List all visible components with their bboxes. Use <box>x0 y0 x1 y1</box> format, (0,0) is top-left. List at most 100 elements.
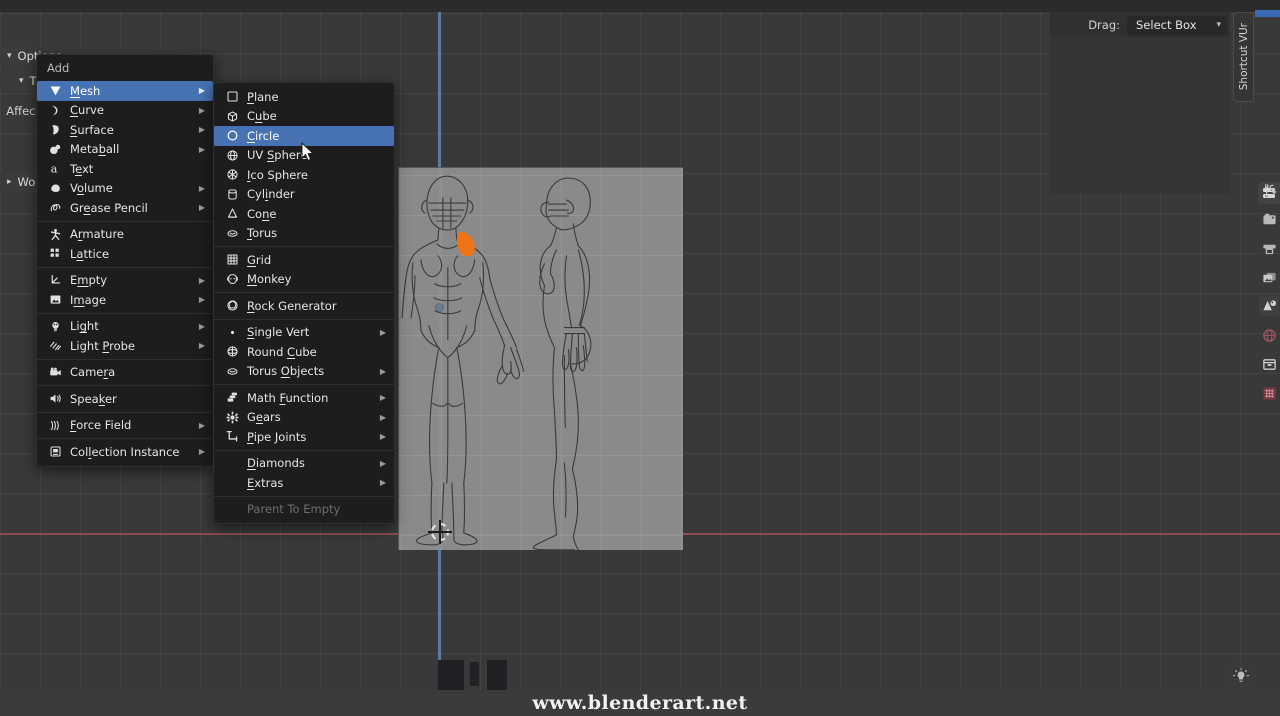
menu-separator <box>37 385 213 386</box>
anatomy-reference-drawing <box>401 175 592 550</box>
render-tab[interactable] <box>1259 209 1279 229</box>
menu-item-label: Volume <box>70 181 113 196</box>
menu-item-diamonds[interactable]: Diamonds ▶ <box>214 454 394 474</box>
world-tab[interactable] <box>1259 325 1279 345</box>
math-function-icon <box>223 390 241 405</box>
menu-item-label: Text <box>70 161 94 176</box>
menu-item-torus[interactable]: Torus <box>214 224 394 244</box>
menu-item-ico-sphere[interactable]: Ico Sphere <box>214 165 394 185</box>
chevron-right-icon: ▶ <box>379 478 386 488</box>
metaball-icon <box>46 142 64 157</box>
wrench-screwdriver-icon <box>1264 183 1276 197</box>
menu-item-label: UV Sphere <box>247 148 308 163</box>
menu-item-label: Plane <box>247 89 279 104</box>
rock-generator-icon <box>223 298 241 313</box>
menu-item-round-cube[interactable]: Round Cube <box>214 342 394 362</box>
chevron-right-icon: ▶ <box>198 295 205 305</box>
round-cube-icon <box>223 344 241 359</box>
menu-item-image[interactable]: Image ▶ <box>37 290 213 310</box>
menu-item-gears[interactable]: Gears ▶ <box>214 408 394 428</box>
menu-item-uv-sphere[interactable]: UV Sphere <box>214 146 394 166</box>
menu-item-collection-instance[interactable]: Collection Instance ▶ <box>37 442 213 462</box>
tool-tab[interactable] <box>1259 180 1279 200</box>
svg-text:a: a <box>50 162 57 175</box>
chevron-right-icon: ▶ <box>198 420 205 430</box>
drag-row: Drag: Select Box ▾ <box>1050 13 1230 37</box>
menu-item-label: Ico Sphere <box>247 167 308 182</box>
menu-item-pipe-joints[interactable]: Pipe Joints ▶ <box>214 427 394 447</box>
chevron-right-icon: ▶ <box>198 105 205 115</box>
tool-properties-panel <box>1050 12 1230 194</box>
menu-item-curve[interactable]: Curve ▶ <box>37 101 213 121</box>
menu-item-cone[interactable]: Cone <box>214 204 394 224</box>
chevron-right-icon: ▶ <box>379 366 386 376</box>
menu-item-circle[interactable]: Circle <box>214 126 394 146</box>
globe-icon <box>1262 328 1276 342</box>
menu-item-cube[interactable]: Cube <box>214 107 394 127</box>
menu-item-label: Empty <box>70 273 108 288</box>
blender-window: Drag: Select Box ▾ ▾ Options :::: ▾ Tran… <box>0 0 1280 716</box>
menu-separator <box>37 358 213 360</box>
menu-item-plane[interactable]: Plane <box>214 87 394 107</box>
menu-item-light-probe[interactable]: Light Probe ▶ <box>37 336 213 356</box>
reference-image-empty[interactable] <box>398 167 683 550</box>
image-icon <box>46 292 64 307</box>
menu-item-rock-generator[interactable]: Rock Generator <box>214 296 394 316</box>
menu-item-mesh[interactable]: Mesh ▶ <box>37 81 213 101</box>
single-vert-icon <box>223 325 241 340</box>
menu-item-text[interactable]: a Text <box>37 159 213 179</box>
menu-item-volume[interactable]: Volume ▶ <box>37 179 213 199</box>
drag-label: Drag: <box>1088 18 1120 32</box>
menu-item-camera[interactable]: Camera <box>37 363 213 383</box>
active-tab-indicator <box>1255 10 1280 17</box>
viewport-overlay-bulb[interactable] <box>1228 663 1254 689</box>
menu-item-grease-pencil[interactable]: Grease Pencil ▶ <box>37 198 213 218</box>
menu-item-force-field[interactable]: Force Field ▶ <box>37 416 213 436</box>
viewport-artifact-3 <box>487 660 507 692</box>
menu-item-armature[interactable]: Armature <box>37 225 213 245</box>
view-layer-tab[interactable] <box>1259 267 1279 287</box>
menu-separator <box>214 318 394 320</box>
menu-item-label: Camera <box>70 365 116 380</box>
menu-separator <box>214 292 394 293</box>
output-tab[interactable] <box>1259 238 1279 258</box>
viewport-artifact-1 <box>438 660 464 692</box>
menu-item-surface[interactable]: Surface ▶ <box>37 120 213 140</box>
mesh-submenu[interactable]: Plane Cube Circle UV Sphere Ico Sphere Cylind… <box>213 82 395 524</box>
add-menu-items: Mesh ▶ Curve ▶ Surface ▶ Metaball ▶ a Text Volume ▶… <box>37 81 213 462</box>
menu-item-label: Monkey <box>247 272 292 287</box>
menu-item-label: Parent To Empty <box>247 502 341 517</box>
menu-separator <box>37 312 213 314</box>
chevron-right-icon: ▶ <box>379 327 386 337</box>
menu-item-metaball[interactable]: Metaball ▶ <box>37 140 213 160</box>
cube-icon <box>223 109 241 124</box>
force-field-icon <box>46 418 64 433</box>
menu-separator <box>37 438 213 439</box>
add-menu[interactable]: Add Mesh ▶ Curve ▶ Surface ▶ Metaball ▶ a Text Vol… <box>36 54 214 467</box>
texture-tab[interactable] <box>1259 383 1279 403</box>
uv-sphere-icon <box>223 148 241 163</box>
add-menu-title: Add <box>47 61 70 75</box>
menu-item-math-function[interactable]: Math Function ▶ <box>214 388 394 408</box>
menu-item-grid[interactable]: Grid <box>214 250 394 270</box>
torus-icon <box>223 226 241 241</box>
no-icon <box>223 502 241 517</box>
checker-icon <box>1262 386 1276 400</box>
selection-highlight <box>456 231 475 257</box>
collection-tab[interactable] <box>1259 354 1279 374</box>
drag-mode-dropdown[interactable]: Select Box ▾ <box>1127 15 1227 35</box>
menu-item-empty[interactable]: Empty ▶ <box>37 271 213 291</box>
menu-item-monkey[interactable]: Monkey <box>214 270 394 290</box>
shortcut-vur-tab[interactable]: Shortcut VUr <box>1233 12 1254 102</box>
menu-item-light[interactable]: Light ▶ <box>37 317 213 337</box>
menu-item-single-vert[interactable]: Single Vert ▶ <box>214 323 394 343</box>
menu-item-cylinder[interactable]: Cylinder <box>214 185 394 205</box>
menu-item-speaker[interactable]: Speaker <box>37 389 213 409</box>
menu-item-torus-objects[interactable]: Torus Objects ▶ <box>214 362 394 382</box>
menu-item-lattice[interactable]: Lattice <box>37 244 213 264</box>
chevron-right-icon: ▶ <box>379 393 386 403</box>
menu-item-extras[interactable]: Extras ▶ <box>214 473 394 493</box>
light-icon <box>46 319 64 334</box>
images-icon <box>1262 272 1276 282</box>
scene-tab[interactable] <box>1259 296 1279 316</box>
